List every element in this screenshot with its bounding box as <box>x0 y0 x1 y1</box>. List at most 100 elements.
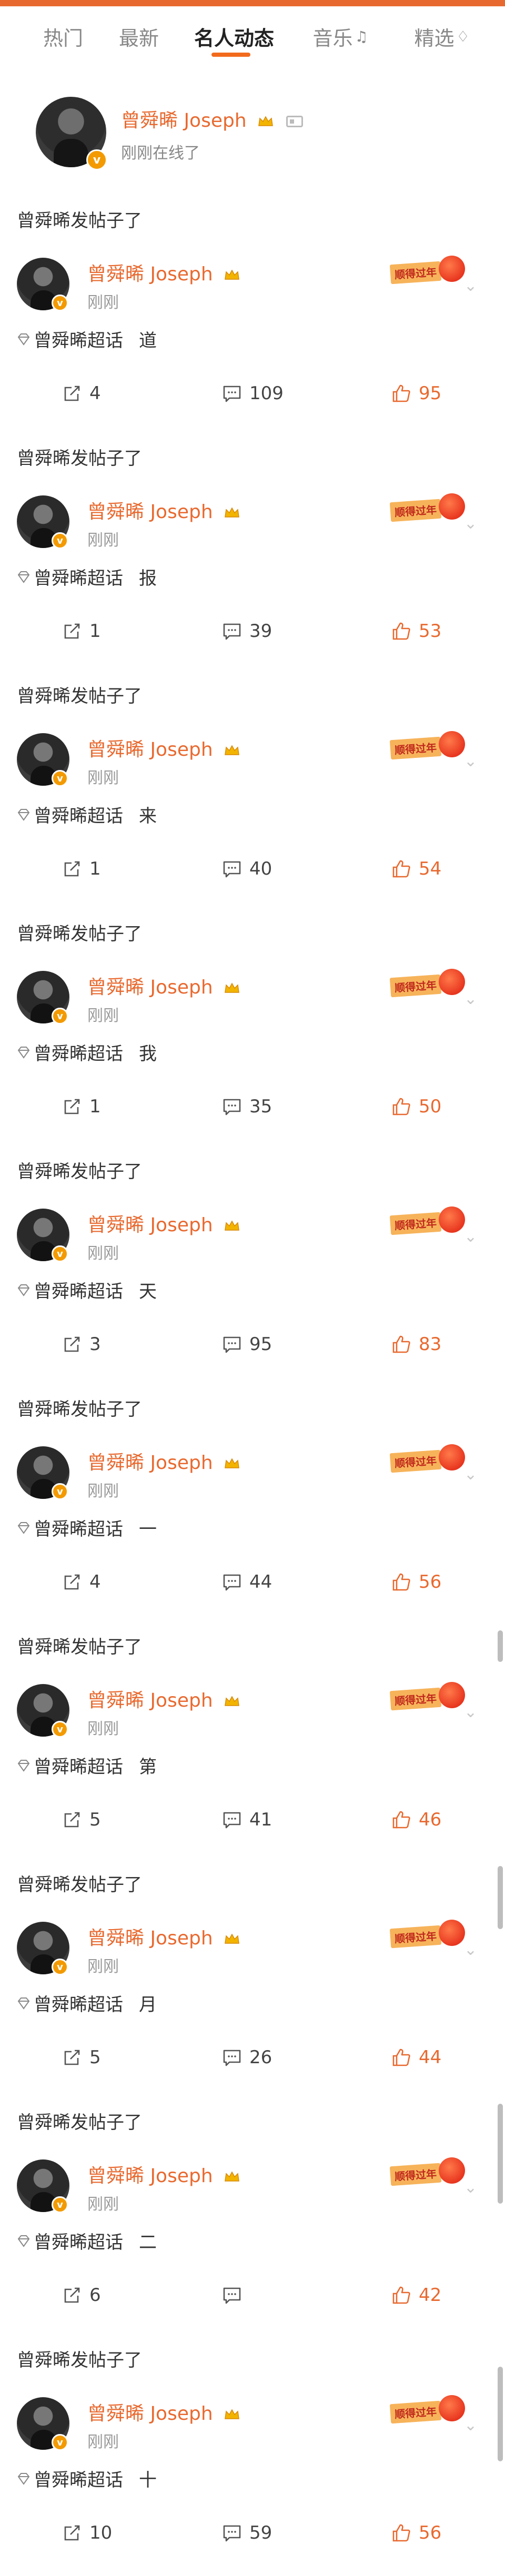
repost-button[interactable]: 5 <box>62 2042 101 2073</box>
repost-button[interactable]: 4 <box>62 378 101 409</box>
like-button[interactable]: 53 <box>391 615 441 647</box>
like-button[interactable]: 83 <box>391 1328 441 1360</box>
repost-button[interactable]: 3 <box>62 1328 101 1360</box>
author-name[interactable]: 曾舜晞 Joseph <box>87 2398 240 2426</box>
repost-button[interactable]: 4 <box>62 1566 101 1598</box>
super-topic-link[interactable]: 曾舜晞超话 <box>34 1990 123 2016</box>
tab-featured[interactable]: 精选 ♢ <box>405 6 479 67</box>
comment-button[interactable]: 39 <box>222 615 272 647</box>
super-topic-link[interactable]: 曾舜晞超话 <box>34 2228 123 2254</box>
super-topic-link[interactable]: 曾舜晞超话 <box>34 564 123 590</box>
post-card[interactable]: 曾舜晞发帖子了 v 曾舜晞 Joseph 刚刚 顺得过年 ⌄ 曾舜晞超话 月 5… <box>0 1854 505 2092</box>
tab-hot[interactable]: 热门 <box>37 6 89 67</box>
post-card[interactable]: 曾舜晞发帖子了 v 曾舜晞 Joseph 刚刚 顺得过年 ⌄ 曾舜晞超话 我 1… <box>0 904 505 1141</box>
like-button[interactable]: 56 <box>391 2517 441 2549</box>
profile-name[interactable]: 曾舜晞 Joseph <box>121 105 303 133</box>
author-name[interactable]: 曾舜晞 Joseph <box>87 1923 240 1950</box>
repost-button[interactable]: 1 <box>62 1091 101 1122</box>
chevron-down-icon[interactable]: ⌄ <box>464 1941 477 1959</box>
thumbs-up-icon <box>392 1573 410 1591</box>
author-name[interactable]: 曾舜晞 Joseph <box>87 259 240 286</box>
post-card[interactable]: 曾舜晞发帖子了 v 曾舜晞 Joseph 刚刚 顺得过年 ⌄ 曾舜晞超话 报 1… <box>0 428 505 666</box>
post-card[interactable]: 曾舜晞发帖子了 v 曾舜晞 Joseph 刚刚 顺得过年 ⌄ 曾舜晞超话 来 1… <box>0 666 505 904</box>
chevron-down-icon[interactable]: ⌄ <box>464 514 477 533</box>
comment-button[interactable]: 95 <box>222 1328 272 1360</box>
scrollbar-thumb[interactable] <box>498 1866 503 1929</box>
post-text: 十 <box>139 2470 157 2491</box>
repost-button[interactable]: 1 <box>62 853 101 885</box>
comment-count: 40 <box>249 858 272 879</box>
profile-name-text: 曾舜晞 Joseph <box>121 110 247 131</box>
new-year-decoration: 顺得过年 ⌄ <box>387 1916 477 1959</box>
tab-music[interactable]: 音乐 ♫ <box>306 6 375 67</box>
comment-button[interactable]: 44 <box>222 1566 272 1598</box>
scrollbar-thumb[interactable] <box>498 2104 503 2204</box>
author-name[interactable]: 曾舜晞 Joseph <box>87 496 240 524</box>
chevron-down-icon[interactable]: ⌄ <box>464 1465 477 1484</box>
comment-icon <box>223 2525 241 2542</box>
scrollbar-thumb[interactable] <box>498 2367 503 2461</box>
like-button[interactable]: 56 <box>391 1566 441 1598</box>
author-name-text: 曾舜晞 Joseph <box>87 1214 213 1236</box>
chevron-down-icon[interactable]: ⌄ <box>464 1228 477 1246</box>
author-name[interactable]: 曾舜晞 Joseph <box>87 734 240 762</box>
author-name[interactable]: 曾舜晞 Joseph <box>87 1210 240 1237</box>
post-card[interactable]: 曾舜晞发帖子了 v 曾舜晞 Joseph 刚刚 顺得过年 ⌄ 曾舜晞超话 天 3… <box>0 1141 505 1379</box>
author-name[interactable]: 曾舜晞 Joseph <box>87 1685 240 1712</box>
super-topic-link[interactable]: 曾舜晞超话 <box>34 802 123 827</box>
repost-button[interactable]: 1 <box>62 615 101 647</box>
like-button[interactable]: 54 <box>391 853 441 885</box>
super-topic-link[interactable]: 曾舜晞超话 <box>34 1515 123 1540</box>
chevron-down-icon[interactable]: ⌄ <box>464 752 477 770</box>
chevron-down-icon[interactable]: ⌄ <box>464 2178 477 2197</box>
chevron-down-icon[interactable]: ⌄ <box>464 277 477 295</box>
comment-button[interactable]: 109 <box>222 378 284 409</box>
comment-button[interactable]: 35 <box>222 1091 272 1122</box>
comment-button[interactable] <box>222 2279 249 2311</box>
post-card[interactable]: 曾舜晞发帖子了 v 曾舜晞 Joseph 刚刚 顺得过年 ⌄ 曾舜晞超话 一 4… <box>0 1379 505 1617</box>
comment-button[interactable]: 40 <box>222 853 272 885</box>
like-button[interactable]: 95 <box>391 378 441 409</box>
repost-button[interactable]: 5 <box>62 1804 101 1835</box>
post-time: 刚刚 <box>87 769 119 787</box>
repost-button[interactable]: 6 <box>62 2279 101 2311</box>
super-topic-link[interactable]: 曾舜晞超话 <box>34 1039 123 1065</box>
thumbs-up-icon <box>392 1811 410 1829</box>
post-time: 刚刚 <box>87 1244 119 1263</box>
like-button[interactable]: 50 <box>391 1091 441 1122</box>
tab-celebrity-updates[interactable]: 名人动态 <box>189 6 279 67</box>
post-card[interactable]: 曾舜晞发帖子了 v 曾舜晞 Joseph 刚刚 顺得过年 ⌄ 曾舜晞超话 二 6 <box>0 2092 505 2330</box>
post-header: 曾舜晞发帖子了 <box>17 2350 142 2371</box>
like-button[interactable]: 46 <box>391 1804 441 1835</box>
festival-stamp: 顺得过年 <box>389 1687 442 1711</box>
super-topic-link[interactable]: 曾舜晞超话 <box>34 1752 123 1778</box>
tab-latest[interactable]: 最新 <box>113 6 165 67</box>
new-year-decoration: 顺得过年 ⌄ <box>387 252 477 295</box>
scrollbar-thumb[interactable] <box>498 1630 503 1662</box>
comment-button[interactable]: 59 <box>222 2517 272 2549</box>
comment-icon <box>223 861 241 878</box>
diamond-icon <box>17 1284 30 1296</box>
post-topic-row: 曾舜晞超话 道 <box>16 326 157 352</box>
chevron-down-icon[interactable]: ⌄ <box>464 2416 477 2435</box>
like-button[interactable]: 42 <box>391 2279 441 2311</box>
chevron-down-icon[interactable]: ⌄ <box>464 1703 477 1721</box>
thumbs-up-icon <box>392 2524 410 2542</box>
author-name[interactable]: 曾舜晞 Joseph <box>87 2161 240 2188</box>
post-text: 第 <box>139 1757 157 1778</box>
celebrity-profile-header[interactable]: v 曾舜晞 Joseph 刚刚在线了 <box>0 89 505 179</box>
like-count: 54 <box>419 858 442 879</box>
post-card[interactable]: 曾舜晞发帖子了 v 曾舜晞 Joseph 刚刚 顺得过年 ⌄ 曾舜晞超话 十 1… <box>0 2330 505 2568</box>
super-topic-link[interactable]: 曾舜晞超话 <box>34 2466 123 2491</box>
like-button[interactable]: 44 <box>391 2042 441 2073</box>
author-name[interactable]: 曾舜晞 Joseph <box>87 1447 240 1475</box>
repost-button[interactable]: 10 <box>62 2517 112 2549</box>
chevron-down-icon[interactable]: ⌄ <box>464 990 477 1008</box>
author-name[interactable]: 曾舜晞 Joseph <box>87 972 240 999</box>
super-topic-link[interactable]: 曾舜晞超话 <box>34 1277 123 1303</box>
comment-button[interactable]: 41 <box>222 1804 272 1835</box>
comment-button[interactable]: 26 <box>222 2042 272 2073</box>
post-card[interactable]: 曾舜晞发帖子了 v 曾舜晞 Joseph 刚刚 顺得过年 ⌄ 曾舜晞超话 第 5… <box>0 1617 505 1854</box>
super-topic-link[interactable]: 曾舜晞超话 <box>34 326 123 352</box>
post-card[interactable]: 曾舜晞发帖子了 v 曾舜晞 Joseph 刚刚 顺得过年 ⌄ 曾舜晞超话 道 4… <box>0 190 505 428</box>
